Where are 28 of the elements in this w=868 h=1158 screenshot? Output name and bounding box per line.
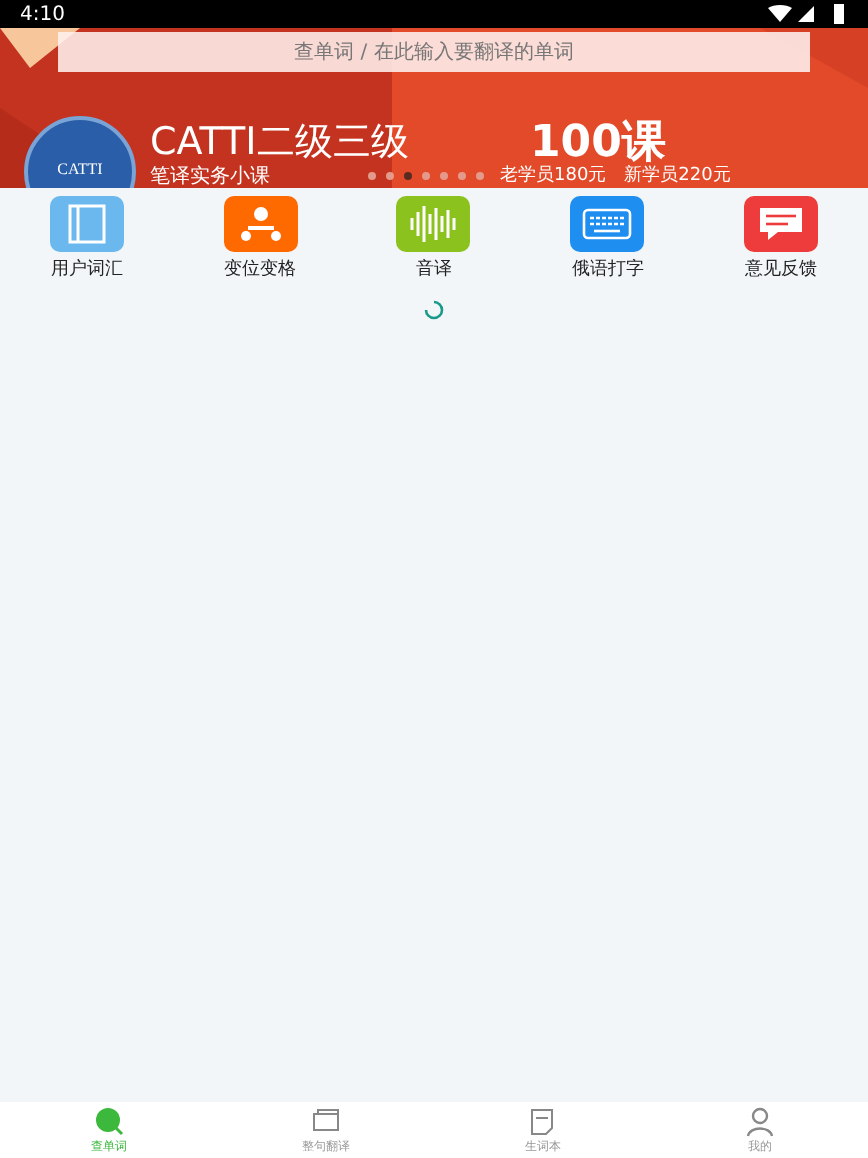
shortcut-label[interactable]: 意见反馈 [745,256,818,282]
search-field[interactable]: 查单词 / 在此输入要翻译的单词 [58,32,810,72]
page-dot[interactable] [386,172,394,180]
nodes-icon[interactable] [223,196,298,252]
shortcut-label[interactable]: 音译 [415,256,452,282]
status-time: 4:10 [20,3,65,25]
person-icon [743,1105,776,1137]
cards-icon [309,1105,342,1137]
banner-highlight: 100课 [530,116,666,168]
page-dot[interactable] [458,172,466,180]
sound-wave-icon[interactable] [396,196,471,252]
page-dot[interactable] [404,172,412,180]
page-dot[interactable] [368,172,376,180]
shortcut-label[interactable]: 俄语打字 [571,256,644,282]
keyboard-icon[interactable] [570,196,645,252]
signal-battery-icon [768,4,848,24]
book-icon[interactable] [49,196,124,252]
banner-title: CATTI二级三级 [150,118,409,165]
page-dot[interactable] [476,172,484,180]
page-dot[interactable] [440,172,448,180]
feedback-icon[interactable] [744,196,819,252]
banner-price: 老学员180元 新学员220元 [500,163,731,188]
shortcut-label[interactable]: 变位变格 [224,256,297,282]
banner-subtitle: 笔译实务小课 [150,163,270,188]
notebook-icon [526,1105,559,1137]
shortcut-label[interactable]: 用户词汇 [50,256,123,282]
search-icon [92,1105,125,1137]
page-dot[interactable] [422,172,430,180]
